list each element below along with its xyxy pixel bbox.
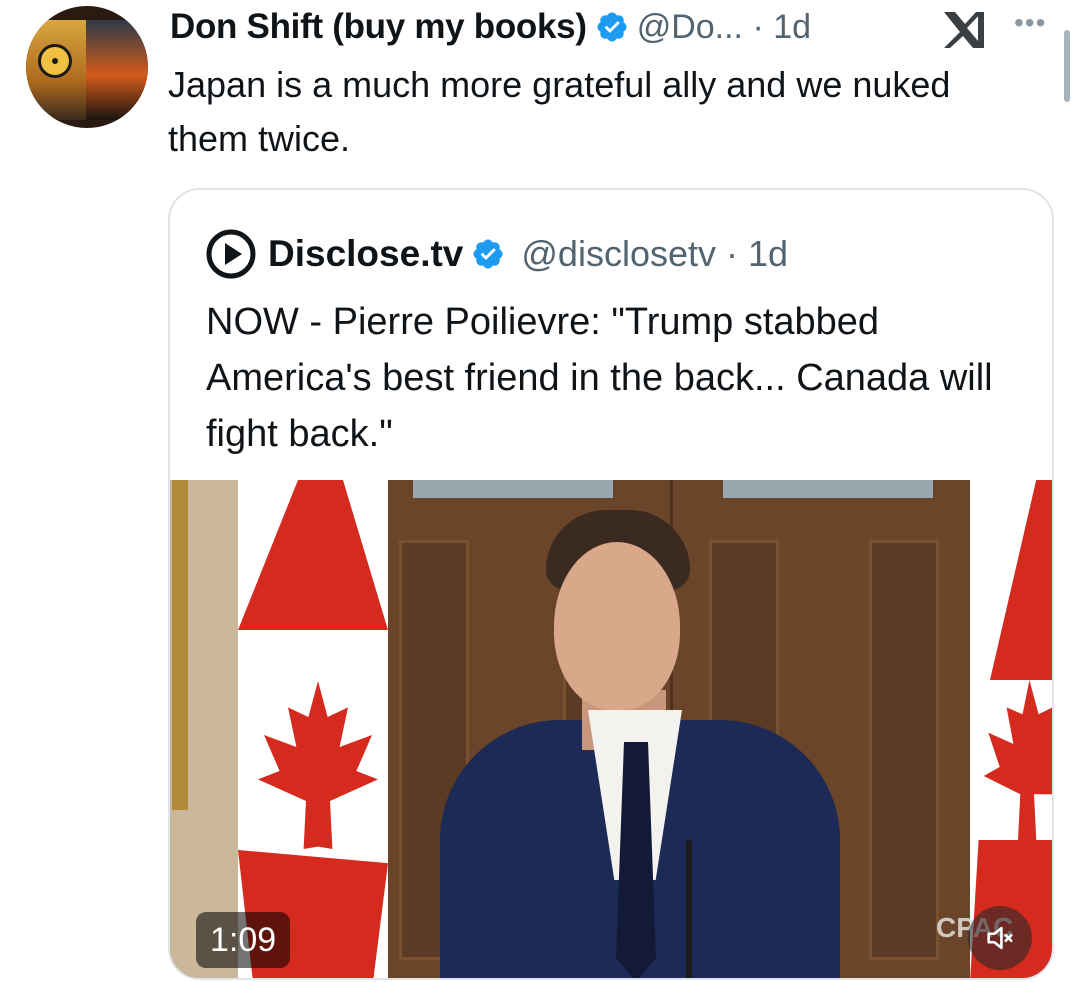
- scrollbar-thumb[interactable]: [1064, 30, 1070, 102]
- author-name[interactable]: Don Shift (buy my books): [170, 7, 587, 47]
- mute-button[interactable]: [968, 906, 1032, 970]
- quoted-tweet-card[interactable]: Disclose.tv @disclosetv · 1d NOW - Pierr…: [168, 188, 1054, 980]
- author-handle-time[interactable]: @Do... · 1d: [637, 8, 811, 47]
- quoted-tweet-header: Disclose.tv @disclosetv · 1d: [206, 228, 788, 280]
- mute-icon: [987, 926, 1013, 950]
- verified-badge-icon: [597, 12, 627, 42]
- tweet-text: Japan is a much more grateful ally and w…: [168, 64, 951, 159]
- speaker-head: [554, 542, 680, 710]
- quoted-author-name[interactable]: Disclose.tv: [268, 233, 463, 275]
- avatar[interactable]: [26, 6, 148, 128]
- microphone: [686, 840, 692, 978]
- video-player[interactable]: CPAC 1:09: [170, 480, 1052, 978]
- canada-flag-left: [238, 480, 388, 978]
- door-glass: [413, 480, 613, 498]
- x-logo-icon[interactable]: [940, 8, 988, 52]
- video-picture-frame: [172, 480, 188, 810]
- maple-leaf-icon: [983, 680, 1052, 840]
- video-duration-badge: 1:09: [196, 912, 291, 968]
- canada-flag-right: [970, 480, 1052, 978]
- more-icon[interactable]: •••: [1014, 9, 1046, 37]
- quoted-handle-time[interactable]: @disclosetv · 1d: [521, 233, 788, 275]
- verified-badge-icon: [473, 239, 503, 269]
- maple-leaf-icon: [258, 681, 378, 849]
- door-glass: [723, 480, 933, 498]
- play-icon: [206, 229, 256, 279]
- quoted-tweet-text: NOW - Pierre Poilievre: "Trump stabbed A…: [206, 301, 993, 455]
- avatar-book-right: [86, 20, 148, 120]
- door-panel: [869, 540, 939, 960]
- tweet-header: Don Shift (buy my books) @Do... · 1d: [170, 4, 811, 50]
- radiation-icon: [38, 44, 72, 78]
